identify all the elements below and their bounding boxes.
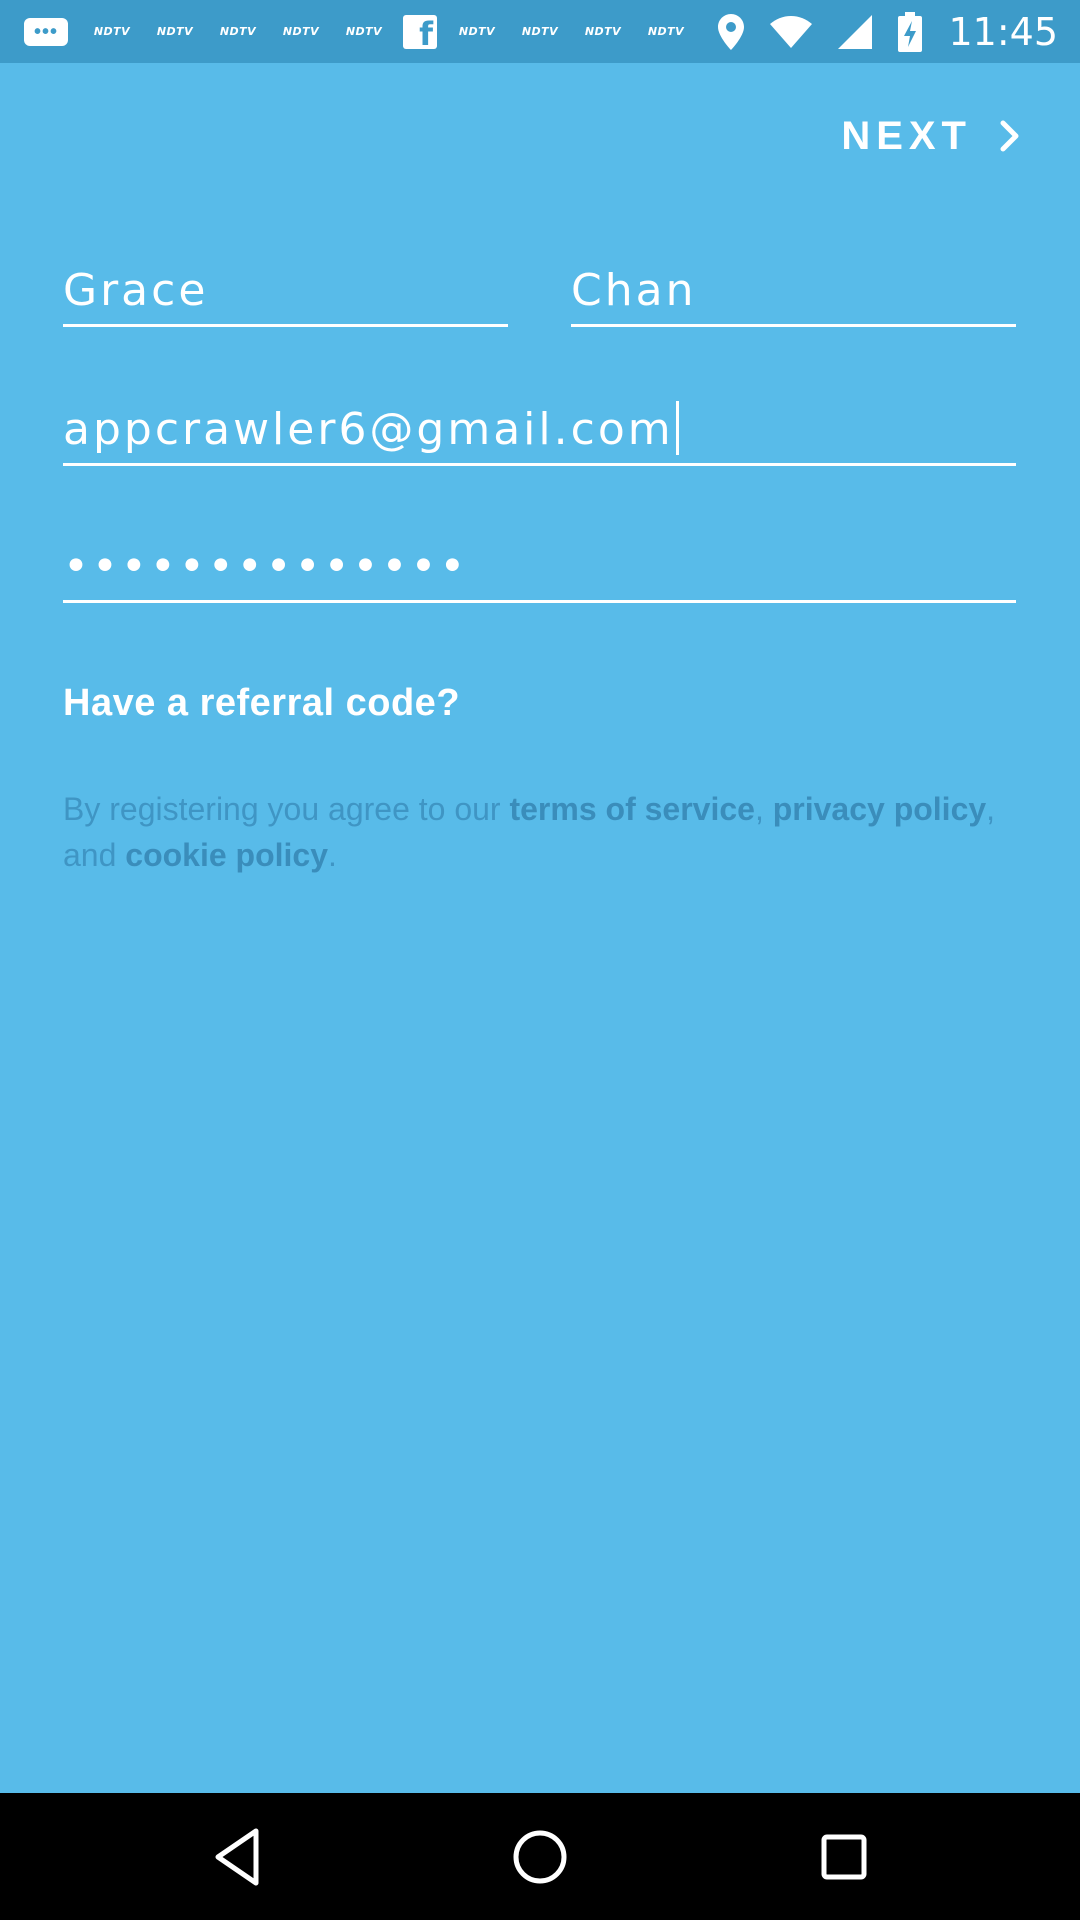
- ndtv-icon: NDTV: [345, 25, 383, 38]
- privacy-policy-link[interactable]: privacy policy: [773, 791, 986, 827]
- status-bar: ••• NDTV NDTV NDTV NDTV NDTV f NDTV NDTV…: [0, 0, 1080, 63]
- ndtv-icon: NDTV: [282, 25, 320, 38]
- notification-icons: ••• NDTV NDTV NDTV NDTV NDTV f NDTV NDTV…: [24, 0, 705, 63]
- first-name-value: Grace: [63, 265, 209, 316]
- chevron-right-icon: [1000, 120, 1019, 152]
- next-label: NEXT: [841, 113, 972, 158]
- clock: 11:45: [948, 9, 1058, 54]
- password-value: ••••••••••••••: [63, 541, 469, 592]
- next-button[interactable]: NEXT: [841, 108, 1020, 164]
- ndtv-icon: NDTV: [219, 25, 257, 38]
- chat-icon: •••: [24, 17, 68, 46]
- first-name-field[interactable]: Grace: [63, 258, 508, 327]
- battery-icon: [898, 11, 923, 52]
- last-name-value: Chan: [571, 265, 697, 316]
- location-icon: [718, 13, 745, 50]
- ndtv-icon: NDTV: [521, 25, 559, 38]
- system-icons: 11:45: [718, 0, 1058, 63]
- text-cursor: [675, 401, 679, 455]
- recent-apps-icon[interactable]: [810, 1823, 878, 1891]
- ndtv-icon: NDTV: [156, 25, 194, 38]
- password-field[interactable]: ••••••••••••••: [63, 534, 1016, 603]
- ndtv-icon: NDTV: [458, 25, 496, 38]
- terms-of-service-link[interactable]: terms of service: [509, 791, 754, 827]
- ndtv-icon: NDTV: [584, 25, 622, 38]
- legal-notice: By registering you agree to our terms of…: [63, 786, 1003, 878]
- legal-prefix: By registering you agree to our: [63, 791, 510, 827]
- last-name-field[interactable]: Chan: [571, 258, 1016, 327]
- email-value: appcrawler6@gmail.com: [63, 404, 674, 455]
- wifi-icon: [770, 15, 813, 48]
- ndtv-icon: NDTV: [647, 25, 685, 38]
- signal-icon: [838, 14, 873, 49]
- back-icon[interactable]: [204, 1823, 272, 1891]
- navigation-bar: [0, 1793, 1080, 1920]
- legal-suffix: .: [328, 837, 337, 873]
- home-icon[interactable]: [506, 1823, 574, 1891]
- referral-code-link[interactable]: Have a referral code?: [63, 682, 460, 725]
- email-field[interactable]: appcrawler6@gmail.com: [63, 397, 1016, 466]
- legal-separator: ,: [754, 791, 773, 827]
- ndtv-icon: NDTV: [93, 25, 131, 38]
- facebook-icon: f: [403, 14, 437, 53]
- cookie-policy-link[interactable]: cookie policy: [125, 837, 328, 873]
